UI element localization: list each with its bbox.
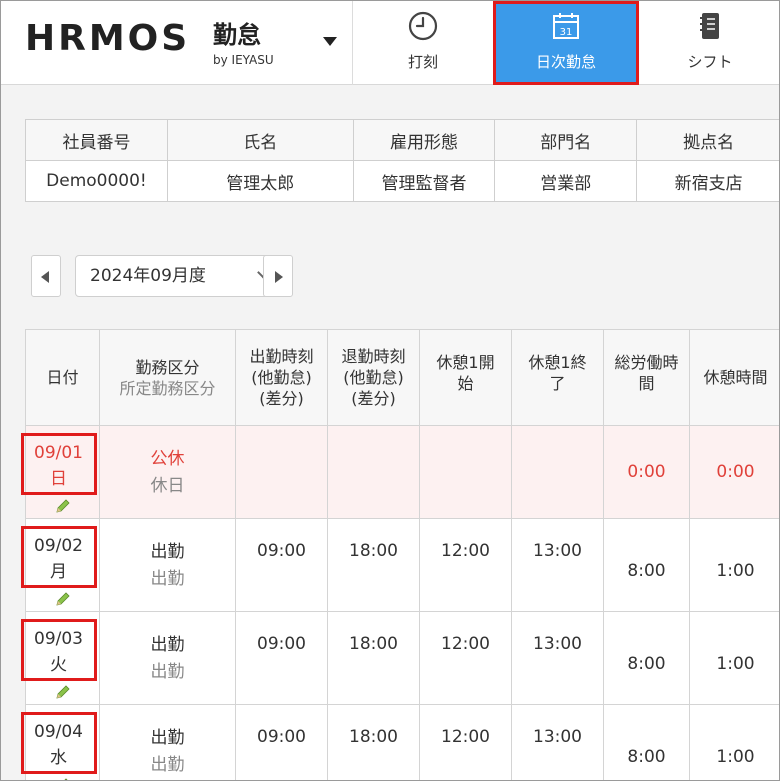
nav-shift[interactable]: シフト [639,1,779,85]
employee-id: Demo0000! [25,160,168,202]
date-cell[interactable]: 09/01 日 [20,425,100,519]
total-work-cell: 8:00 [603,611,690,705]
clock-out-cell: 18:00 [327,704,420,780]
employee-header-row: 社員番号 氏名 雇用形態 部門名 拠点名 [25,119,779,161]
pencil-icon[interactable] [54,497,72,515]
pencil-icon[interactable] [54,590,72,608]
clock-out-cell: 18:00 [327,611,420,705]
work-type-cell: 出勤 出勤 [99,611,236,705]
arrow-left-icon [41,271,49,283]
table-row[interactable]: 09/03 火 出勤 出勤 09:00 18:00 12:00 13:00 8:… [20,611,779,705]
clock-in-cell [235,425,328,519]
col-work-type: 勤務区分 所定勤務区分 [99,329,236,426]
calendar-icon: 31 [553,13,579,39]
nav-daily-attendance[interactable]: 31 日次勤怠 [493,1,639,85]
date-highlight: 09/01 日 [20,433,97,495]
daily-header-row: 日付 勤務区分 所定勤務区分 出勤時刻 (他勤怠) (差分) 退勤時刻 (他勤怠… [25,329,779,426]
col-break1-end: 休憩1終 了 [511,329,604,426]
break-end-cell: 13:00 [511,704,604,780]
pencil-icon[interactable] [54,683,72,701]
table-row[interactable]: 09/01 日 公休 休日 0:00 0:00 [20,425,779,519]
date-highlight: 09/03 火 [20,619,97,681]
table-row[interactable]: 09/04 水 出勤 出勤 09:00 18:00 12:00 13:00 8:… [20,704,779,781]
period-dropdown[interactable]: 2024年09月度 [75,255,281,297]
break-time-cell: 0:00 [689,425,779,519]
header-employee-id: 社員番号 [25,119,168,161]
clock-in-cell: 09:00 [235,704,328,780]
header-location: 拠点名 [636,119,779,161]
clock-out-cell [327,425,420,519]
break-end-cell: 13:00 [511,611,604,705]
break-start-cell: 12:00 [419,518,512,612]
work-type-cell: 公休 休日 [99,425,236,519]
logo-sub: by IEYASU [213,53,274,67]
app-frame: HRMOS 勤怠 by IEYASU 打刻 31 日次勤怠 シフト 社員番号 氏… [0,0,780,781]
date-cell[interactable]: 09/02 月 [20,518,100,612]
break-start-cell: 12:00 [419,704,512,780]
work-type-cell: 出勤 出勤 [99,704,236,780]
top-header: HRMOS 勤怠 by IEYASU 打刻 31 日次勤怠 シフト [1,1,779,85]
clock-in-cell: 09:00 [235,611,328,705]
logo-product: 勤怠 [213,21,261,49]
prev-period-button[interactable] [31,255,61,297]
nav-punch[interactable]: 打刻 [353,1,493,85]
location: 新宿支店 [636,160,779,202]
date-highlight: 09/04 水 [20,712,97,774]
total-work-cell: 0:00 [603,425,690,519]
break-time-cell: 1:00 [689,518,779,612]
pencil-icon[interactable] [54,776,72,781]
employee-name: 管理太郎 [166,160,354,202]
col-clock-out: 退勤時刻 (他勤怠) (差分) [327,329,420,426]
break-start-cell [419,425,512,519]
col-break1-start: 休憩1開 始 [419,329,512,426]
col-date: 日付 [25,329,100,426]
nav-punch-label: 打刻 [407,53,438,71]
table-row[interactable]: 09/02 月 出勤 出勤 09:00 18:00 12:00 13:00 8:… [20,518,779,612]
period-value: 2024年09月度 [90,266,206,286]
employment-type: 管理監督者 [352,160,496,202]
work-type-cell: 出勤 出勤 [99,518,236,612]
department: 営業部 [494,160,638,202]
col-break-time: 休憩時間 [689,329,779,426]
col-clock-in: 出勤時刻 (他勤怠) (差分) [235,329,328,426]
clock-out-cell: 18:00 [327,518,420,612]
brand-area[interactable]: HRMOS 勤怠 by IEYASU [1,1,353,85]
daily-attendance-table: 日付 勤務区分 所定勤務区分 出勤時刻 (他勤怠) (差分) 退勤時刻 (他勤怠… [20,329,779,781]
break-time-cell: 1:00 [689,704,779,780]
logo: HRMOS [25,18,191,59]
date-cell[interactable]: 09/04 水 [20,704,100,781]
header-name: 氏名 [166,119,354,161]
break-end-cell: 13:00 [511,518,604,612]
nav-shift-label: シフト [687,53,733,71]
header-employment-type: 雇用形態 [352,119,496,161]
date-cell[interactable]: 09/03 火 [20,611,100,705]
break-start-cell: 12:00 [419,611,512,705]
total-work-cell: 8:00 [603,518,690,612]
next-period-button[interactable] [263,255,293,297]
caret-down-icon[interactable] [323,37,337,46]
clock-in-cell: 09:00 [235,518,328,612]
break-end-cell [511,425,604,519]
col-total-work: 総労働時 間 [603,329,690,426]
calendar-badge: 31 [560,27,573,38]
date-highlight: 09/02 月 [20,526,97,588]
employee-value-row: Demo0000! 管理太郎 管理監督者 営業部 新宿支店 [25,160,779,202]
arrow-right-icon [275,271,283,283]
header-department: 部門名 [494,119,638,161]
break-time-cell: 1:00 [689,611,779,705]
nav-daily-label: 日次勤怠 [535,53,596,71]
notebook-icon [700,13,719,39]
total-work-cell: 8:00 [603,704,690,780]
employee-info-table: 社員番号 氏名 雇用形態 部門名 拠点名 Demo0000! 管理太郎 管理監督… [25,119,779,202]
clock-icon [408,11,438,41]
